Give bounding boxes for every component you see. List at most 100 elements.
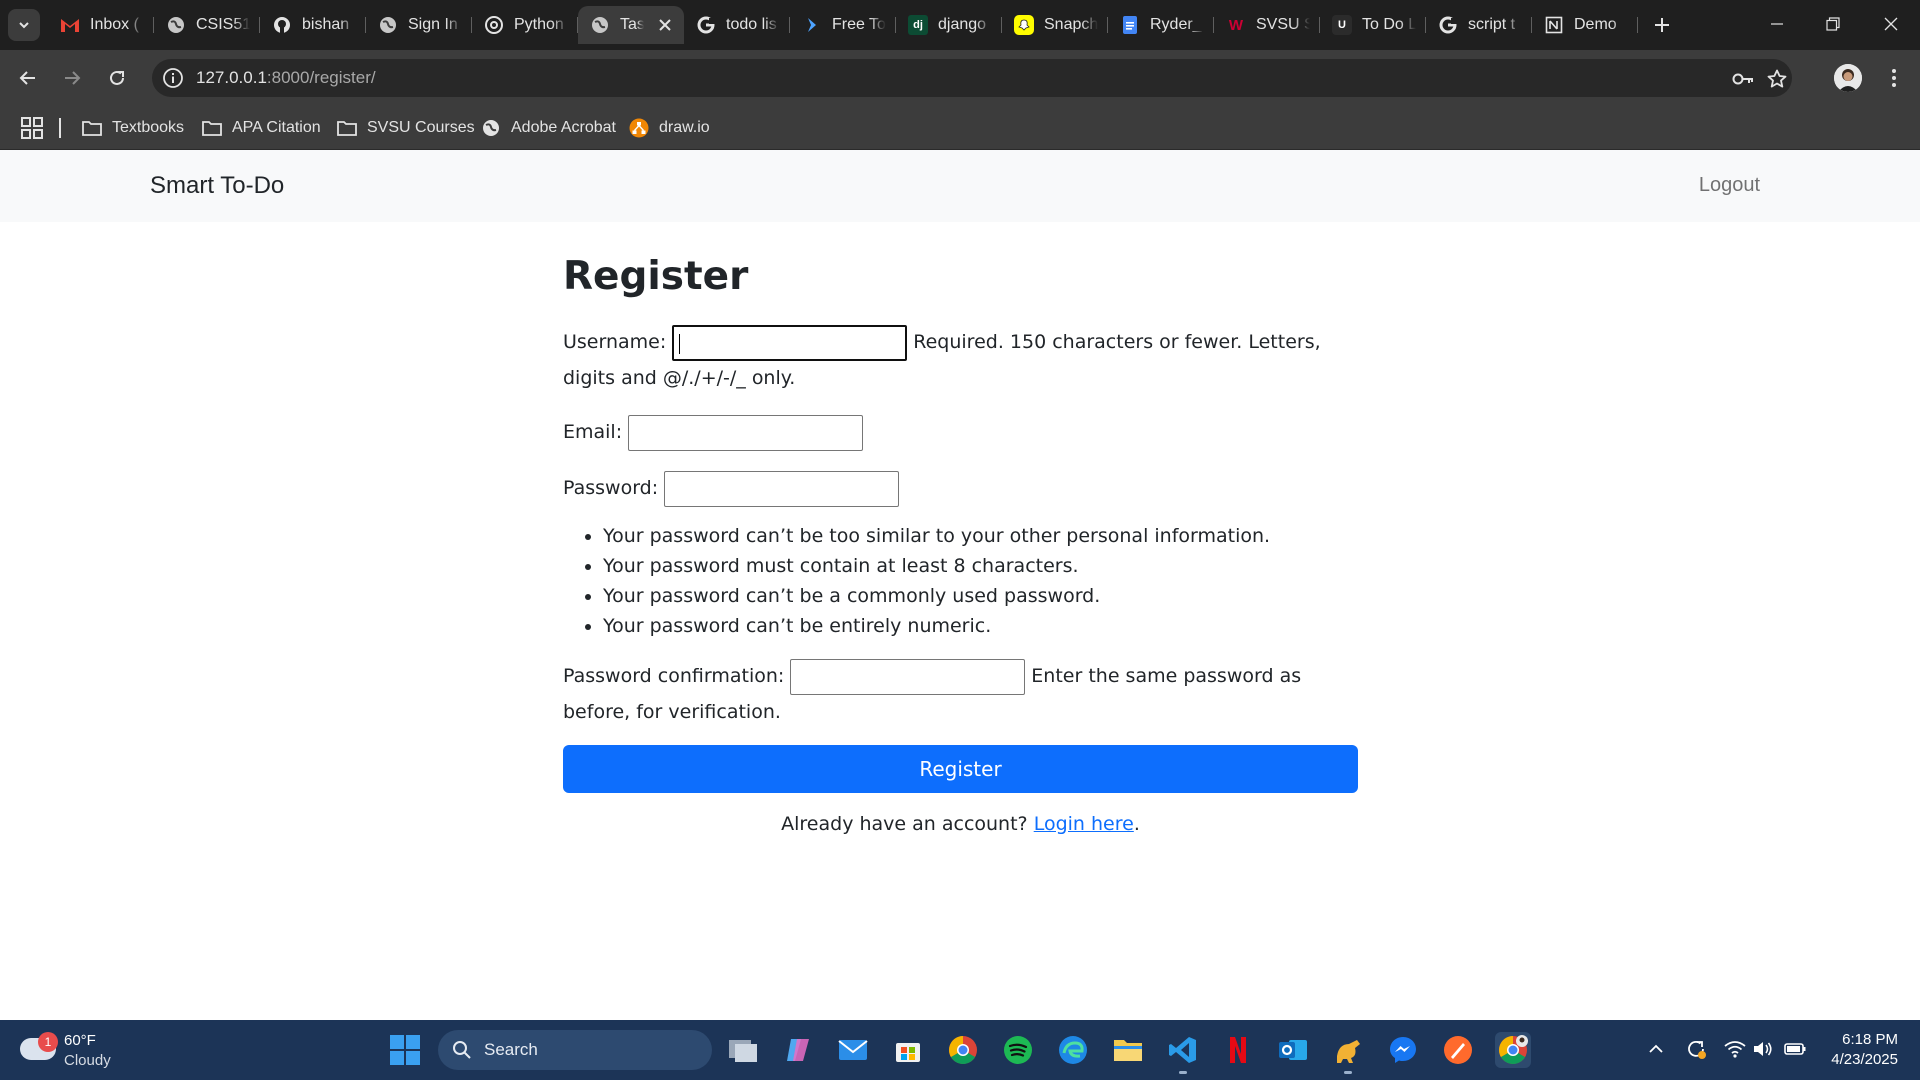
forward-button[interactable] [58,64,86,92]
browser-tab-strip: Inbox ( CSIS51 bishan Sign In Python Tas… [0,0,1920,50]
username-label: Username: [563,331,667,354]
register-container: Register Username: Required. 150 characte… [563,222,1358,835]
tab-django[interactable]: dj django [896,6,1002,44]
spotify-icon[interactable] [1000,1032,1036,1068]
arrow-right-icon [65,71,81,85]
apps-grid-icon[interactable] [20,116,44,140]
tab-demo[interactable]: Demo [1532,6,1638,44]
site-info-icon[interactable] [162,67,184,89]
email-input[interactable] [628,414,864,451]
dino-icon[interactable] [1330,1032,1366,1074]
weather-temperature: 60°F [64,1032,96,1049]
start-button[interactable] [390,1035,420,1065]
windows-logo-pane [406,1035,420,1049]
tab-svsu[interactable]: W SVSU S [1214,6,1320,44]
password-confirm-input[interactable] [790,658,1026,695]
outlook-icon[interactable] [1275,1032,1311,1068]
email-label: Email: [563,421,623,444]
bookmark-drawio[interactable]: draw.io [629,114,710,142]
mail-icon[interactable] [835,1032,871,1068]
tab-free-to[interactable]: Free To [790,6,896,44]
password-input[interactable] [664,470,900,507]
bookmark-label: Textbooks [112,119,185,136]
password-key-icon[interactable] [1732,68,1754,90]
tab-csis[interactable]: CSIS51 [154,6,260,44]
tab-github[interactable]: bishan [260,6,366,44]
reload-button[interactable] [103,64,131,92]
github-icon [272,15,292,35]
messenger-icon[interactable] [1385,1032,1421,1068]
profile-avatar[interactable] [1834,64,1862,92]
tab-gmail[interactable]: Inbox ( [48,6,154,44]
minimize-window-button[interactable] [1765,12,1789,36]
file-explorer-icon[interactable] [1110,1032,1146,1068]
login-prompt-suffix: . [1133,812,1140,835]
django-icon: dj [908,15,928,35]
taskbar-search[interactable]: Search [438,1030,712,1070]
app-icon[interactable] [1440,1032,1476,1068]
copilot-icon[interactable] [780,1032,816,1068]
chatgpt-icon [484,15,504,35]
bookmark-apa-citation[interactable]: APA Citation [202,114,321,142]
bookmark-star-icon[interactable] [1766,68,1788,90]
url-path: :8000/register/ [266,68,376,87]
store-icon[interactable] [890,1032,926,1068]
google-icon [1438,15,1458,35]
close-tab-icon[interactable] [656,16,674,34]
username-input[interactable] [672,324,908,361]
tab-to-do[interactable]: U To Do L [1320,6,1426,44]
tab-active-tasks[interactable]: Tas [578,6,684,44]
login-link[interactable]: Login here [1034,813,1134,835]
notification-badge: 1 [38,1032,58,1052]
restore-window-button[interactable] [1821,12,1845,36]
bookmark-adobe-acrobat[interactable]: Adobe Acrobat [481,114,616,142]
tab-list: Inbox ( CSIS51 bishan Sign In Python Tas… [48,6,1638,44]
password-confirm-label: Password confirmation: [563,665,785,688]
clock-time: 6:18 PM [1842,1031,1898,1048]
tab-title: script t [1468,16,1516,33]
password-row: Password: [563,470,1358,507]
close-window-button[interactable] [1879,12,1903,36]
tab-python[interactable]: Python [472,6,578,44]
clock-date: 4/23/2025 [1831,1051,1898,1068]
tab-ryder-doc[interactable]: Ryder_ [1108,6,1214,44]
todo-icon: U [1332,15,1352,35]
tab-title: SVSU S [1256,16,1310,33]
address-bar[interactable]: 127.0.0.1:8000/register/ [152,59,1792,97]
site-brand-link[interactable]: Smart To-Do [150,172,284,200]
register-button[interactable]: Register [563,744,1358,793]
text-caret [679,333,681,354]
tab-search-button[interactable] [8,9,40,41]
chrome-icon[interactable] [945,1032,981,1068]
tab-sign-in[interactable]: Sign In [366,6,472,44]
back-button[interactable] [14,64,42,92]
bookmark-textbooks[interactable]: Textbooks [82,114,184,142]
globe-icon [590,15,610,35]
logout-link[interactable]: Logout [1699,174,1760,197]
bookmark-svsu-courses[interactable]: SVSU Courses [337,114,475,142]
tab-title: To Do L [1362,16,1416,33]
task-view-icon[interactable] [725,1032,761,1068]
tab-snapchat[interactable]: Snapch [1002,6,1108,44]
bookmark-label: SVSU Courses [367,119,475,136]
vscode-icon[interactable] [1165,1032,1201,1074]
show-hidden-icons-icon[interactable] [1645,1038,1667,1060]
volume-icon[interactable] [1752,1038,1774,1060]
new-tab-button[interactable] [1648,11,1676,39]
restore-icon [1826,17,1840,31]
tab-script[interactable]: script t [1426,6,1532,44]
wifi-icon[interactable] [1724,1038,1746,1060]
weather-widget[interactable]: 1 60°F Cloudy [20,1028,130,1072]
taskbar-clock[interactable]: 6:18 PM 4/23/2025 [1822,1030,1898,1070]
netflix-icon[interactable] [1220,1032,1256,1068]
browser-toolbar: 127.0.0.1:8000/register/ [0,50,1920,106]
close-icon [1884,17,1898,31]
windows-logo-pane [406,1051,420,1065]
browser-menu-button[interactable] [1880,64,1908,92]
password-confirm-row: Password confirmation: Enter the same pas… [563,658,1358,729]
tab-todo-list[interactable]: todo lis [684,6,790,44]
edge-icon[interactable] [1055,1032,1091,1068]
chrome-profile-icon[interactable] [1495,1032,1531,1068]
sync-icon[interactable] [1685,1038,1707,1060]
battery-icon[interactable] [1784,1038,1806,1060]
